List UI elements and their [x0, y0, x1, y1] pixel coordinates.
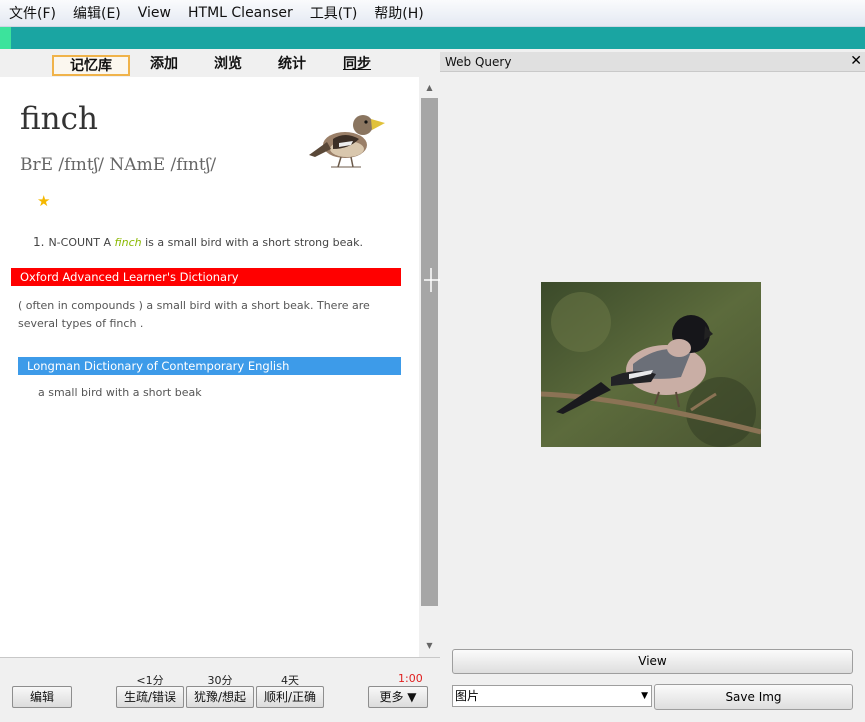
finch-thumbnail: [309, 115, 385, 168]
edit-button[interactable]: 编辑: [12, 686, 72, 708]
web-query-panel: Web Query ✕ View 图片 ▼ Save Img: [440, 49, 865, 722]
more-button[interactable]: 更多 ▼: [368, 686, 428, 708]
arrow-up-icon[interactable]: ▲: [419, 83, 440, 92]
star-icon[interactable]: ★: [37, 192, 50, 210]
tab-sync[interactable]: 同步: [333, 55, 381, 76]
menu-tools[interactable]: 工具(T): [305, 3, 362, 23]
phonetic: BrE /fɪntʃ/ NAmE /fɪntʃ/: [20, 155, 217, 175]
tab-bar: 记忆库 添加 浏览 统计 同步: [0, 49, 440, 77]
toolbar-strip: [0, 27, 865, 49]
menu-bar: 文件(F) 编辑(E) View HTML Cleanser 工具(T) 帮助(…: [0, 0, 865, 27]
answer-hard-button[interactable]: 犹豫/想起: [186, 686, 254, 708]
card-content: finch BrE /fɪntʃ/ NAmE /fɪntʃ/ ★ 1. N-COU…: [0, 77, 419, 657]
longman-dictionary-header: Longman Dictionary of Contemporary Engli…: [18, 357, 401, 375]
vertical-scrollbar[interactable]: ▲ ▼: [419, 77, 440, 657]
splitter-handle-icon[interactable]: [424, 268, 440, 292]
review-bar: 编辑 <1分 30分 4天 1:00 生疏/错误 犹豫/想起 顺利/正确 更多 …: [0, 657, 440, 722]
close-icon[interactable]: ✕: [850, 53, 862, 69]
definition-keyword: finch: [114, 236, 142, 249]
view-button[interactable]: View: [452, 649, 853, 674]
source-select-value: 图片: [455, 689, 480, 703]
tab-add[interactable]: 添加: [140, 55, 188, 76]
web-query-title: Web Query: [445, 55, 512, 69]
menu-file[interactable]: 文件(F): [4, 3, 61, 23]
definition-suffix: is a small bird with a short strong beak…: [141, 236, 363, 249]
definition-number: 1.: [33, 235, 45, 249]
bullfinch-image: [541, 282, 761, 447]
review-timer: 1:00: [398, 672, 423, 685]
tab-stats[interactable]: 统计: [268, 55, 316, 76]
save-image-button[interactable]: Save Img: [654, 684, 853, 710]
web-query-header: Web Query ✕: [440, 52, 865, 72]
arrow-down-icon[interactable]: ▼: [419, 641, 440, 650]
longman-definition: a small bird with a short beak: [38, 386, 202, 399]
menu-html-cleanser[interactable]: HTML Cleanser: [183, 5, 298, 21]
answer-again-button[interactable]: 生疏/错误: [116, 686, 184, 708]
tab-browse[interactable]: 浏览: [204, 55, 252, 76]
definition-prefix: N-COUNT A: [48, 236, 115, 249]
oxford-definition: ( often in compounds ) a small bird with…: [18, 299, 370, 330]
scrollbar-thumb[interactable]: [421, 98, 438, 606]
tab-decks[interactable]: 记忆库: [52, 55, 130, 76]
headword: finch: [20, 101, 98, 137]
menu-view[interactable]: View: [133, 5, 176, 21]
source-select[interactable]: 图片 ▼: [452, 685, 652, 707]
toolbar-accent: [0, 27, 11, 49]
card-panel: 记忆库 添加 浏览 统计 同步 finch BrE /fɪntʃ/ NAmE /…: [0, 49, 440, 722]
oxford-dictionary-header: Oxford Advanced Learner's Dictionary: [11, 268, 401, 286]
menu-help[interactable]: 帮助(H): [369, 3, 428, 23]
chevron-down-icon[interactable]: ▼: [641, 686, 648, 706]
answer-good-button[interactable]: 顺利/正确: [256, 686, 324, 708]
menu-edit[interactable]: 编辑(E): [68, 3, 126, 23]
definition-cobuild: 1. N-COUNT A finch is a small bird with a…: [33, 235, 363, 249]
